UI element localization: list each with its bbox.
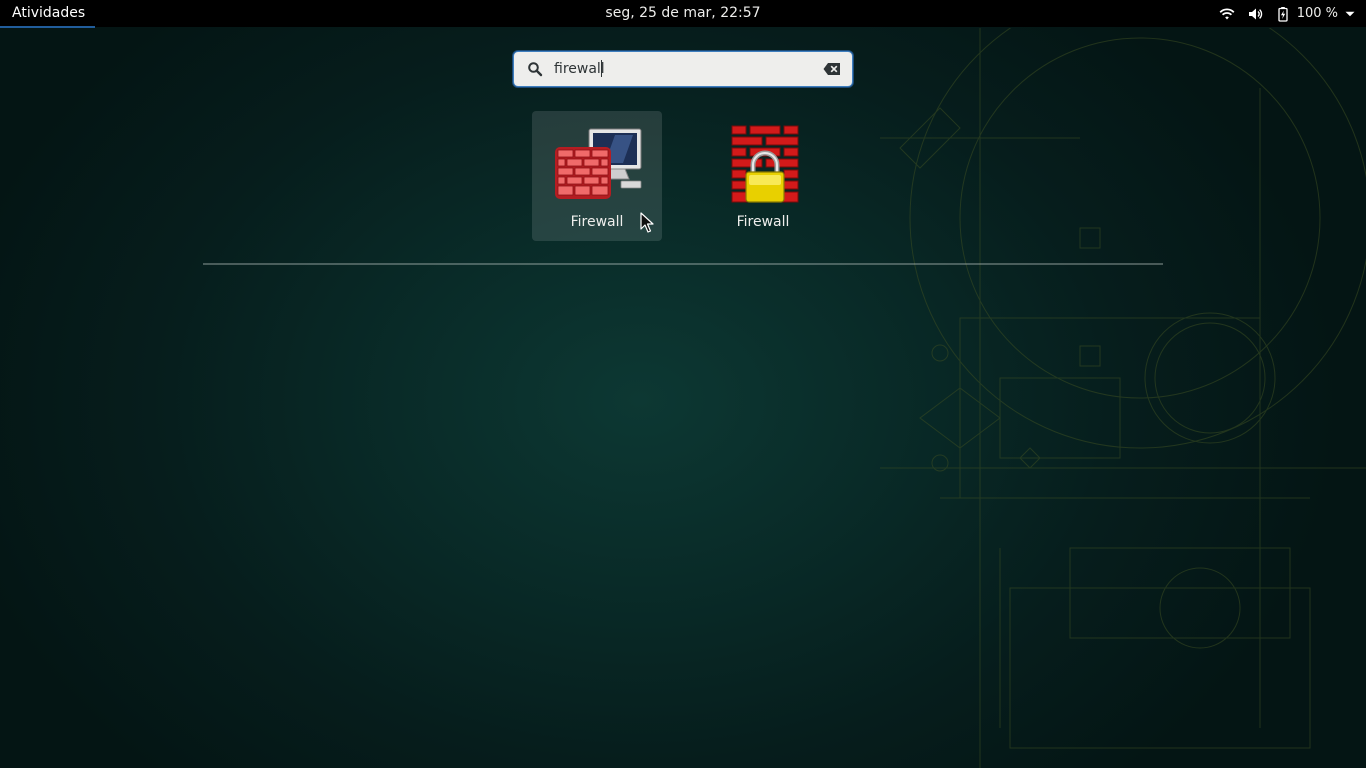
results-separator — [203, 263, 1163, 265]
clear-icon[interactable] — [823, 62, 841, 76]
battery-charging-icon — [1278, 6, 1288, 22]
top-bar: Atividades seg, 25 de mar, 22:57 100 % — [0, 0, 1366, 28]
activities-label: Atividades — [12, 5, 86, 21]
system-status-menu[interactable]: 100 % — [1219, 0, 1356, 27]
text-caret — [601, 60, 602, 77]
app-result-label: Firewall — [736, 214, 790, 230]
wifi-icon — [1219, 7, 1235, 19]
activities-button[interactable]: Atividades — [0, 0, 95, 28]
clock-label[interactable]: seg, 25 de mar, 22:57 — [605, 5, 760, 21]
firewall-padlock-icon — [731, 125, 799, 203]
search-entry[interactable] — [513, 51, 853, 87]
firewall-brick-wall-computer-icon — [555, 128, 642, 199]
mouse-pointer-icon — [640, 212, 654, 233]
wallpaper-decoration — [880, 28, 1366, 768]
chevron-down-icon — [1345, 11, 1355, 16]
battery-percent: 100 % — [1296, 6, 1338, 21]
volume-icon — [1248, 8, 1262, 19]
activities-active-indicator — [0, 26, 95, 28]
app-result-firewall-lock[interactable]: Firewall — [698, 111, 828, 241]
clock: seg, 25 de mar, 22:57 — [0, 0, 1366, 27]
search-icon — [528, 62, 543, 77]
search-input[interactable] — [554, 58, 814, 80]
